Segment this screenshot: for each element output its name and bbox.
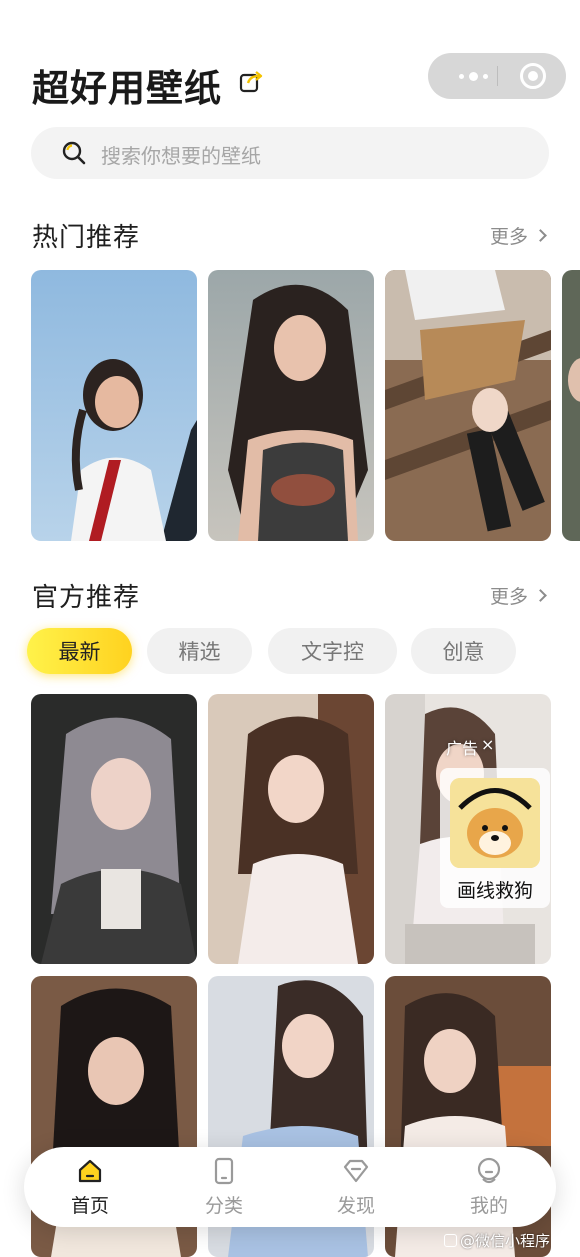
hot-wallpaper-3[interactable]: [385, 270, 551, 541]
hot-carousel[interactable]: [0, 270, 580, 541]
chevron-right-icon: [534, 589, 547, 602]
ad-label: 广告: [446, 739, 479, 758]
share-icon[interactable]: [238, 68, 264, 94]
hot-wallpaper-2[interactable]: [208, 270, 374, 541]
bottom-tab-bar: 首页 分类 发现 我的: [24, 1147, 556, 1227]
category-tabs: 最新 精选 文字控 创意: [0, 628, 580, 674]
tab-text[interactable]: 文字控: [268, 628, 397, 674]
chevron-right-icon: [534, 229, 547, 242]
grid-wallpaper-1[interactable]: [31, 694, 197, 964]
ad-close-icon[interactable]: ×: [481, 735, 494, 754]
official-section-title: 官方推荐: [32, 583, 141, 613]
close-icon[interactable]: [520, 63, 546, 89]
search-bar[interactable]: 搜索你想要的壁纸: [31, 127, 549, 179]
tabbar-item-home[interactable]: 首页: [50, 1157, 130, 1219]
tabbar-item-category[interactable]: 分类: [184, 1157, 264, 1219]
capsule-divider: [497, 66, 498, 86]
official-more-label: 更多: [490, 586, 529, 608]
capsule-menu: [428, 53, 566, 99]
hot-section-title: 热门推荐: [32, 223, 141, 253]
watermark: @微信小程序: [444, 1230, 550, 1251]
tabbar-label-profile: 我的: [469, 1195, 508, 1217]
app-title: 超好用壁纸: [32, 67, 222, 110]
search-input[interactable]: 搜索你想要的壁纸: [101, 140, 261, 169]
search-icon: [62, 141, 86, 165]
tab-latest[interactable]: 最新: [27, 628, 132, 674]
grid-wallpaper-2[interactable]: [208, 694, 374, 964]
profile-icon: [477, 1157, 501, 1184]
tabbar-label-home: 首页: [70, 1195, 109, 1217]
tabbar-label-category: 分类: [204, 1195, 243, 1217]
more-icon[interactable]: [444, 62, 502, 90]
tab-creative[interactable]: 创意: [411, 628, 516, 674]
header: 超好用壁纸: [0, 0, 580, 120]
diamond-icon: [343, 1159, 369, 1183]
tabbar-label-discover: 发现: [336, 1195, 375, 1217]
home-icon: [78, 1159, 102, 1183]
ad-app-name[interactable]: 画线救狗: [440, 876, 550, 903]
tabbar-item-discover[interactable]: 发现: [316, 1157, 396, 1219]
watermark-text: @微信小程序: [460, 1232, 551, 1250]
tab-featured[interactable]: 精选: [147, 628, 252, 674]
hot-more-link[interactable]: 更多: [490, 222, 547, 249]
official-more-link[interactable]: 更多: [490, 582, 547, 609]
miniprogram-icon: [444, 1234, 457, 1247]
ad-app-icon[interactable]: [450, 778, 540, 868]
hot-more-label: 更多: [490, 226, 529, 248]
hot-wallpaper-1[interactable]: [31, 270, 197, 541]
hot-wallpaper-4[interactable]: [562, 270, 580, 541]
tabbar-item-profile[interactable]: 我的: [449, 1157, 529, 1219]
phone-icon: [214, 1157, 234, 1185]
